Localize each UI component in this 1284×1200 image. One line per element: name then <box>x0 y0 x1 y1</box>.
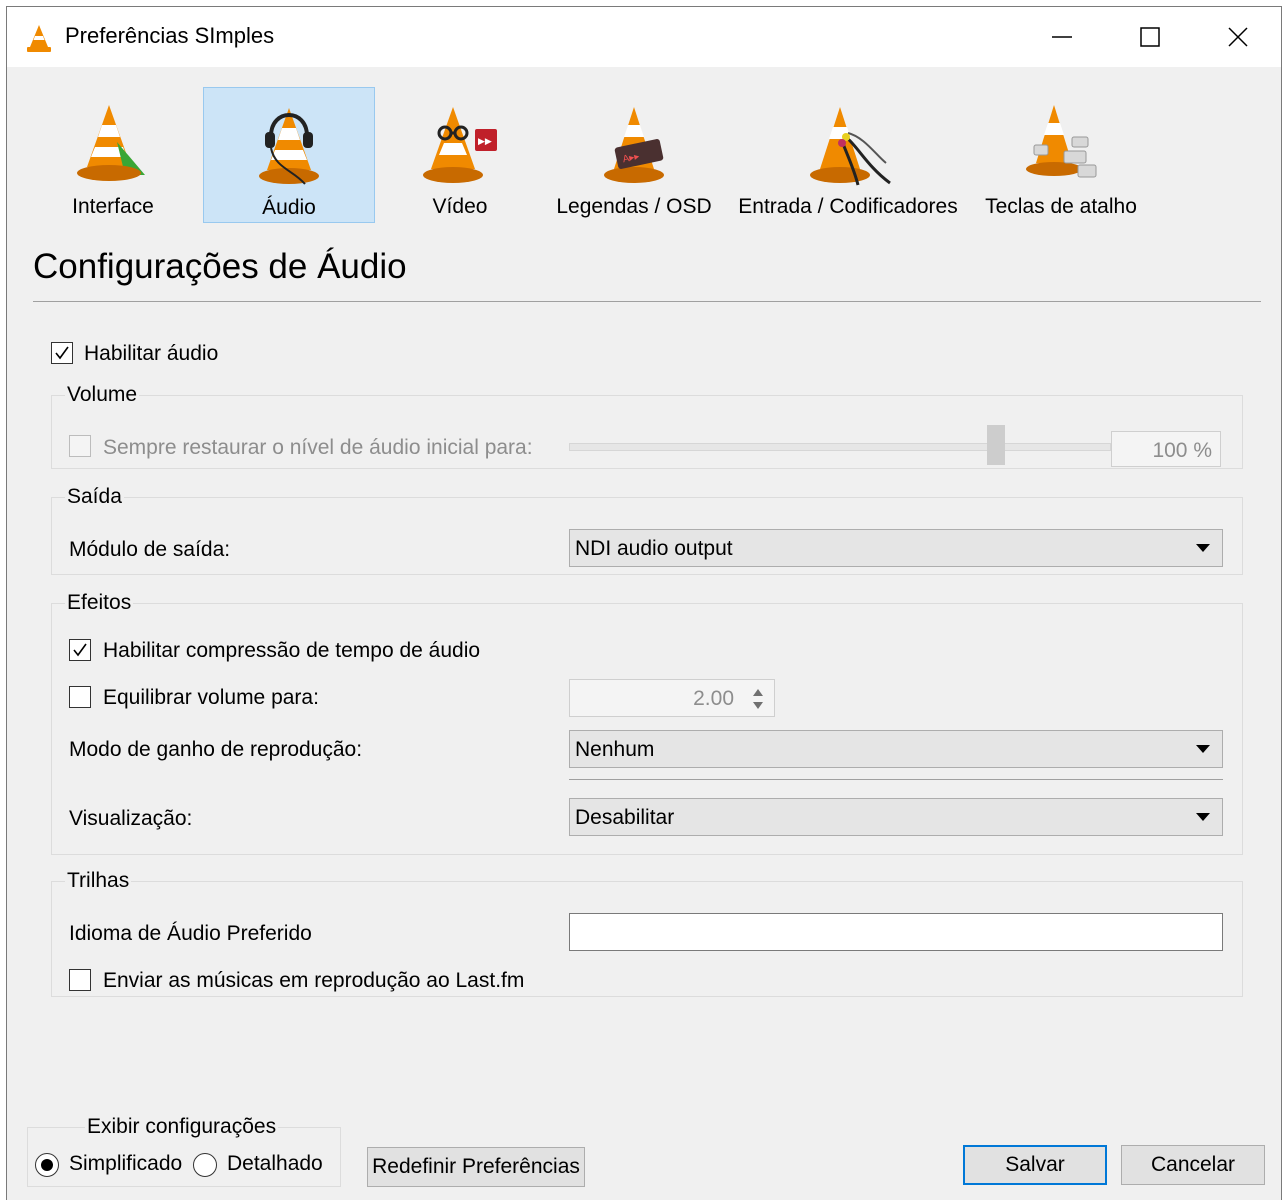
minimize-button[interactable] <box>1017 7 1105 67</box>
vlc-cone-keys-icon <box>1026 105 1097 178</box>
output-module-select[interactable]: NDI audio output <box>569 529 1223 567</box>
maximize-icon <box>1140 27 1160 47</box>
checkmark-icon <box>55 346 69 360</box>
radio-selected-dot <box>41 1159 53 1171</box>
output-group-title: Saída <box>65 485 124 509</box>
advanced-radio-label: Detalhado <box>227 1152 323 1175</box>
reset-preferences-button[interactable]: Redefinir Preferências <box>367 1147 585 1187</box>
minimize-icon <box>1052 36 1072 38</box>
advanced-radio[interactable] <box>193 1153 217 1177</box>
time-stretch-label: Habilitar compressão de tempo de áudio <box>103 639 481 662</box>
cancel-button[interactable]: Cancelar <box>1121 1145 1265 1185</box>
window-title: Preferências SImples <box>65 23 275 48</box>
category-label: Teclas de atalho <box>985 195 1137 218</box>
checkmark-icon <box>73 643 87 657</box>
output-module-value: NDI audio output <box>575 537 733 560</box>
effects-group-title: Efeitos <box>65 591 134 615</box>
tracks-group-title: Trilhas <box>65 869 132 893</box>
chevron-down-icon <box>1196 745 1210 753</box>
visualization-select[interactable]: Desabilitar <box>569 798 1223 836</box>
vlc-cone-headphones-icon <box>259 108 319 185</box>
volume-value-field[interactable]: 100 % <box>1111 431 1221 467</box>
preferences-window: Preferências SImples Interface Áudio ▶▶ … <box>6 6 1282 1200</box>
chevron-down-icon <box>1196 544 1210 552</box>
category-audio[interactable]: Áudio <box>203 87 375 223</box>
replay-gain-label: Modo de ganho de reprodução: <box>69 738 363 761</box>
save-button[interactable]: Salvar <box>963 1145 1107 1185</box>
show-settings-title: Exibir configurações <box>85 1115 279 1139</box>
category-label: Vídeo <box>432 195 488 218</box>
volume-slider-track[interactable] <box>569 443 1111 451</box>
title-bar: Preferências SImples <box>7 7 1281 67</box>
chevron-down-icon <box>1196 813 1210 821</box>
close-icon <box>1228 27 1248 47</box>
normalize-volume-checkbox[interactable] <box>69 686 91 708</box>
restore-volume-label: Sempre restaurar o nível de áudio inicia… <box>103 436 533 459</box>
category-input-codecs[interactable]: Entrada / Codificadores <box>731 87 965 223</box>
visualization-value: Desabilitar <box>575 806 675 829</box>
category-hotkeys[interactable]: Teclas de atalho <box>979 87 1143 223</box>
enable-audio-checkbox[interactable] <box>51 342 73 364</box>
category-label: Interface <box>72 195 154 218</box>
category-video[interactable]: ▶▶ Vídeo <box>385 87 535 223</box>
simple-radio[interactable] <box>35 1153 59 1177</box>
spin-arrows-icon[interactable] <box>750 686 766 712</box>
effects-divider <box>569 779 1223 780</box>
normalize-volume-label: Equilibrar volume para: <box>103 686 319 709</box>
vlc-cone-glasses-icon: ▶▶ <box>423 107 497 183</box>
simple-radio-label: Simplificado <box>69 1152 183 1175</box>
vlc-cone-cables-icon <box>810 107 891 186</box>
volume-group-title: Volume <box>65 383 140 407</box>
section-divider <box>33 301 1261 302</box>
time-stretch-checkbox[interactable] <box>69 639 91 661</box>
section-title: Configurações de Áudio <box>33 247 407 286</box>
normalize-volume-spinbox[interactable]: 2.00 <box>569 679 775 717</box>
vlc-app-icon <box>27 25 51 52</box>
output-module-label: Módulo de saída: <box>69 538 231 561</box>
replay-gain-select[interactable]: Nenhum <box>569 730 1223 768</box>
category-label: Entrada / Codificadores <box>738 195 958 218</box>
normalize-volume-value: 2.00 <box>693 687 734 710</box>
visualization-label: Visualização: <box>69 807 193 830</box>
category-subtitles[interactable]: A▸▸ Legendas / OSD <box>553 87 715 223</box>
vlc-cone-subtitles-icon: A▸▸ <box>604 107 664 183</box>
volume-slider-handle[interactable] <box>987 425 1005 465</box>
restore-volume-checkbox[interactable] <box>69 435 91 457</box>
category-label: Legendas / OSD <box>556 195 712 218</box>
svg-text:▶▶: ▶▶ <box>478 136 492 146</box>
enable-audio-label: Habilitar áudio <box>84 342 219 365</box>
replay-gain-value: Nenhum <box>575 738 655 761</box>
close-button[interactable] <box>1193 7 1281 67</box>
audio-language-label: Idioma de Áudio Preferido <box>69 922 312 945</box>
maximize-button[interactable] <box>1105 7 1193 67</box>
lastfm-label: Enviar as músicas em reprodução ao Last.… <box>103 969 525 992</box>
vlc-cone-interface-icon <box>77 105 145 181</box>
lastfm-checkbox[interactable] <box>69 969 91 991</box>
category-interface[interactable]: Interface <box>37 87 189 223</box>
audio-language-input[interactable] <box>569 913 1223 951</box>
category-label: Áudio <box>262 196 316 219</box>
